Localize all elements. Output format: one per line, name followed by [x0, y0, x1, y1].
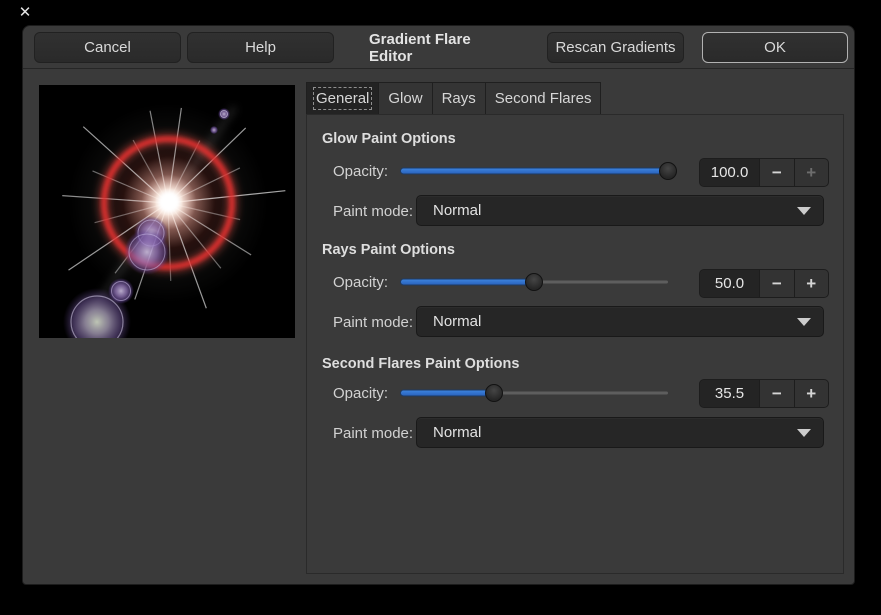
tab-rays-label: Rays: [442, 90, 476, 107]
glow-paint-mode-label: Paint mode:: [333, 203, 413, 220]
chevron-down-icon: [797, 429, 811, 437]
glow-opacity-label: Opacity:: [333, 163, 388, 180]
flare-preview-image: [39, 85, 295, 338]
slider-handle[interactable]: [525, 273, 543, 291]
chevron-down-icon: [797, 318, 811, 326]
tab-glow[interactable]: Glow: [379, 82, 432, 115]
second-flares-opacity-minus-button[interactable]: −: [759, 380, 793, 407]
slider-fill: [401, 280, 534, 285]
slider-handle[interactable]: [485, 384, 503, 402]
slider-fill: [401, 169, 668, 174]
second-flares-paint-mode-label: Paint mode:: [333, 425, 413, 442]
glow-paint-mode-value: Normal: [433, 202, 481, 219]
second-flares-opacity-plus-button[interactable]: +: [794, 380, 828, 407]
help-button[interactable]: Help: [187, 32, 334, 63]
rays-opacity-minus-button[interactable]: −: [759, 270, 793, 297]
glow-opacity-value[interactable]: 100.0: [700, 159, 759, 186]
dialog-header: Cancel Help Gradient Flare Editor Rescan…: [23, 26, 854, 69]
glow-paint-mode-dropdown[interactable]: Normal: [416, 195, 824, 226]
slow-handle[interactable]: [659, 162, 677, 180]
notebook-tabs: General Glow Rays Second Flares: [306, 82, 601, 115]
glow-opacity-plus-button[interactable]: +: [794, 159, 828, 186]
rays-opacity-slider[interactable]: [401, 272, 668, 292]
tab-general-label: General: [316, 90, 369, 107]
tab-second-flares-label: Second Flares: [495, 90, 592, 107]
rays-paint-mode-value: Normal: [433, 313, 481, 330]
tab-rays[interactable]: Rays: [433, 82, 486, 115]
second-flares-paint-options-title: Second Flares Paint Options: [322, 356, 519, 372]
rays-opacity-label: Opacity:: [333, 274, 388, 291]
tab-glow-label: Glow: [388, 90, 422, 107]
rays-paint-mode-label: Paint mode:: [333, 314, 413, 331]
rays-paint-mode-dropdown[interactable]: Normal: [416, 306, 824, 337]
second-flares-opacity-label: Opacity:: [333, 385, 388, 402]
rays-paint-options-title: Rays Paint Options: [322, 242, 455, 258]
slider-fill: [401, 391, 494, 396]
second-flares-opacity-slider[interactable]: [401, 383, 668, 403]
second-flares-paint-mode-value: Normal: [433, 424, 481, 441]
glow-opacity-slider[interactable]: [401, 161, 668, 181]
ok-button[interactable]: OK: [702, 32, 848, 63]
glow-opacity-minus-button[interactable]: −: [759, 159, 793, 186]
glow-paint-options-title: Glow Paint Options: [322, 131, 456, 147]
rays-opacity-plus-button[interactable]: +: [794, 270, 828, 297]
second-flares-opacity-spin: 35.5 − +: [699, 379, 829, 408]
glow-opacity-spin: 100.0 − +: [699, 158, 829, 187]
dialog-title: Gradient Flare Editor: [369, 26, 514, 69]
tab-general[interactable]: General: [306, 82, 379, 115]
tab-second-flares[interactable]: Second Flares: [486, 82, 602, 115]
second-flares-paint-mode-dropdown[interactable]: Normal: [416, 417, 824, 448]
rays-opacity-spin: 50.0 − +: [699, 269, 829, 298]
rescan-gradients-button[interactable]: Rescan Gradients: [547, 32, 684, 63]
screen: ✕ Cancel Help Gradient Flare Editor Resc…: [0, 0, 881, 615]
cancel-button[interactable]: Cancel: [34, 32, 181, 63]
gradient-flare-editor-dialog: Cancel Help Gradient Flare Editor Rescan…: [22, 25, 855, 585]
flare-preview[interactable]: [39, 85, 295, 338]
second-flares-opacity-value[interactable]: 35.5: [700, 380, 759, 407]
close-icon[interactable]: ✕: [16, 4, 34, 22]
rays-opacity-value[interactable]: 50.0: [700, 270, 759, 297]
chevron-down-icon: [797, 207, 811, 215]
